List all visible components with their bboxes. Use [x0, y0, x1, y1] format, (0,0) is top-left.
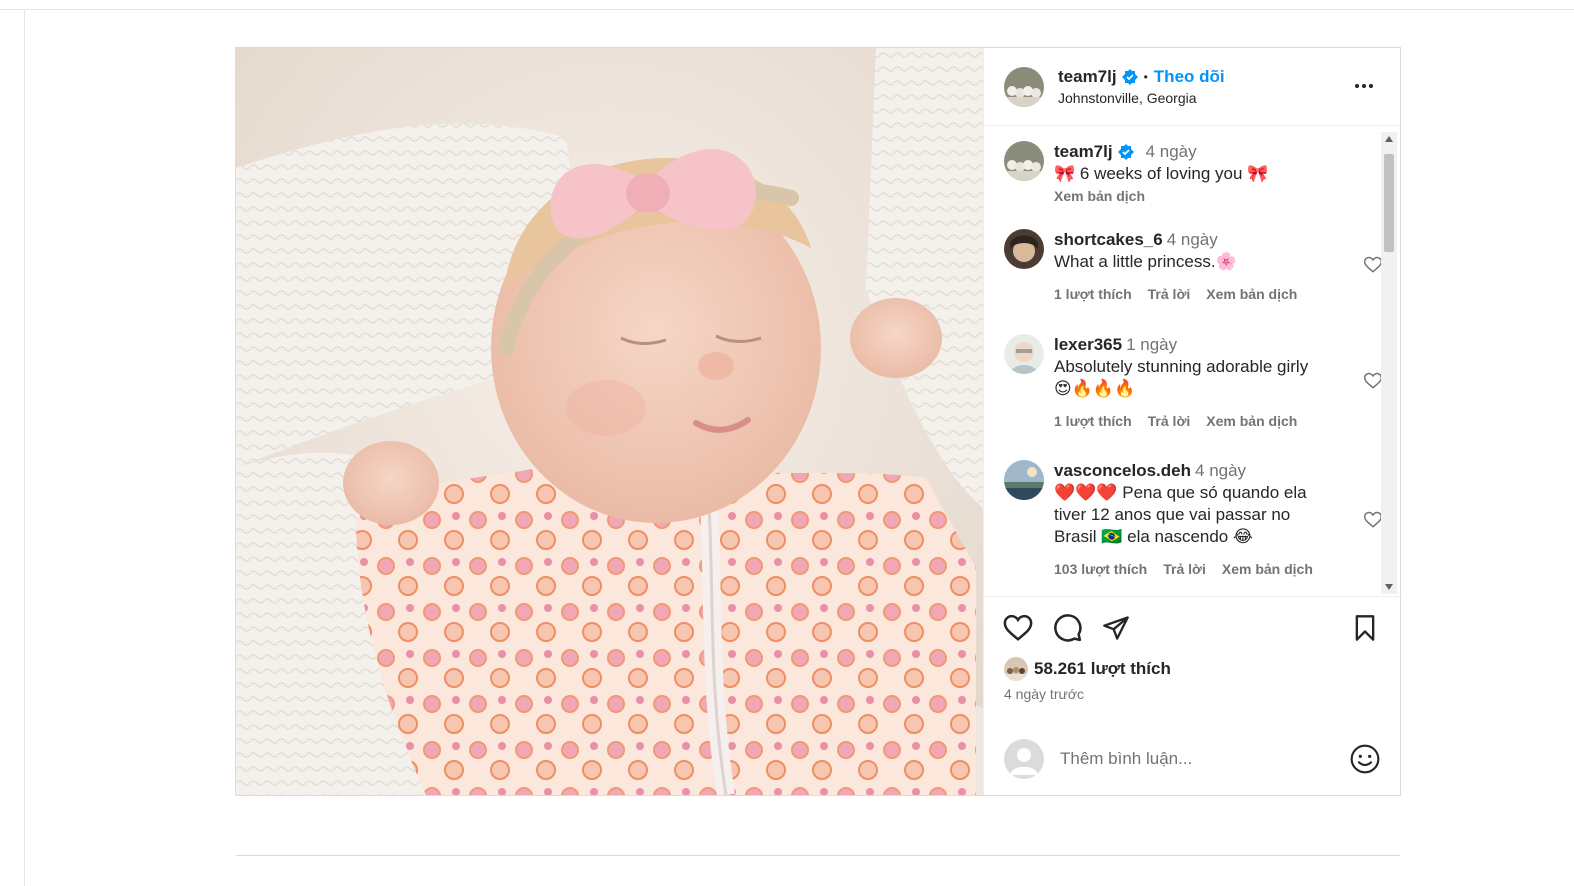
verified-badge-icon	[1121, 69, 1138, 85]
comment-icon[interactable]	[1052, 611, 1084, 645]
verified-badge-icon	[1117, 144, 1134, 160]
emoji-icon[interactable]	[1349, 743, 1381, 775]
caption: team7lj 4 ngày 🎀 6 weeks of loving you 🎀…	[1004, 141, 1344, 207]
comment-time[interactable]: 1 ngày	[1126, 335, 1177, 354]
comment-translate-link[interactable]: Xem bản dịch	[1206, 410, 1297, 432]
comment-time[interactable]: 4 ngày	[1195, 461, 1246, 480]
scrollbar-thumb[interactable]	[1384, 154, 1394, 252]
baby-photo-illustration	[236, 48, 983, 795]
add-comment-bar: Thêm bình luận...	[1004, 737, 1381, 781]
comment-username[interactable]: vasconcelos.deh	[1054, 461, 1191, 480]
caption-time[interactable]: 4 ngày	[1146, 141, 1197, 163]
post-sidebar: team7lj • Theo dõi Johnstonville, Georgi…	[983, 48, 1401, 795]
instagram-post: team7lj • Theo dõi Johnstonville, Georgi…	[235, 47, 1401, 796]
comment-username[interactable]: shortcakes_6	[1054, 230, 1163, 249]
post-timestamp[interactable]: 4 ngày trước	[1004, 686, 1084, 702]
comment-text-line: ❤️❤️❤️ Pena que só quando ela	[1054, 483, 1307, 502]
likes-summary[interactable]: 58.261 lượt thích	[1004, 657, 1171, 681]
comment-text-line: tiver 12 anos que vai passar no	[1054, 505, 1291, 524]
likes-count[interactable]: 58.261 lượt thích	[1034, 659, 1171, 679]
separator-dot: •	[1143, 70, 1148, 84]
commenter-avatar[interactable]	[1004, 229, 1044, 269]
comments-scrollbar[interactable]	[1381, 132, 1397, 594]
page-divider	[236, 855, 1400, 856]
scroll-up-icon[interactable]	[1385, 136, 1393, 142]
comment-heart-icon[interactable]	[1363, 255, 1383, 275]
add-comment-input[interactable]: Thêm bình luận...	[1060, 749, 1349, 769]
post-actions: 58.261 lượt thích 4 ngày trước Thêm bình…	[984, 596, 1401, 795]
comment-translate-link[interactable]: Xem bản dịch	[1222, 558, 1313, 580]
comments-list[interactable]: team7lj 4 ngày 🎀 6 weeks of loving you 🎀…	[984, 126, 1401, 596]
caption-avatar[interactable]	[1004, 141, 1044, 181]
caption-text: 🎀 6 weeks of loving you 🎀	[1054, 164, 1269, 183]
author-avatar[interactable]	[1004, 66, 1044, 107]
comment-text: What a little princess.🌸	[1054, 252, 1237, 271]
comment-item: vasconcelos.deh 4 ngày ❤️❤️❤️ Pena que só…	[1004, 460, 1344, 580]
comment-likes[interactable]: 1 lượt thích	[1054, 410, 1132, 432]
post-header: team7lj • Theo dõi Johnstonville, Georgi…	[984, 48, 1400, 126]
comment-text-line: Brasil 🇧🇷 ela nascendo 😂	[1054, 527, 1253, 546]
scroll-down-icon[interactable]	[1385, 584, 1393, 590]
more-options-icon[interactable]	[1352, 78, 1376, 94]
comment-item: lexer365 1 ngày Absolutely stunning adora…	[1004, 334, 1344, 432]
caption-username[interactable]: team7lj	[1054, 141, 1113, 163]
post-image[interactable]	[236, 48, 983, 795]
comment-reply-button[interactable]: Trả lời	[1148, 283, 1191, 305]
follow-button[interactable]: Theo dõi	[1154, 67, 1225, 87]
commenter-avatar[interactable]	[1004, 460, 1044, 500]
caption-translate-link[interactable]: Xem bản dịch	[1054, 185, 1268, 207]
bookmark-icon[interactable]	[1349, 611, 1381, 645]
comment-item: shortcakes_6 4 ngày What a little princes…	[1004, 229, 1344, 305]
share-icon[interactable]	[1100, 611, 1132, 645]
liker-avatar	[1004, 657, 1028, 681]
comment-heart-icon[interactable]	[1363, 510, 1383, 530]
comment-text-line: Absolutely stunning adorable girly	[1054, 357, 1309, 376]
comment-likes[interactable]: 103 lượt thích	[1054, 558, 1147, 580]
author-username[interactable]: team7lj	[1058, 67, 1117, 87]
comment-time[interactable]: 4 ngày	[1167, 230, 1218, 249]
comment-text-line: 😍🔥🔥🔥	[1054, 379, 1136, 398]
heart-icon[interactable]	[1002, 611, 1034, 645]
post-location[interactable]: Johnstonville, Georgia	[1058, 90, 1225, 106]
browser-top-border	[0, 0, 1574, 10]
comment-reply-button[interactable]: Trả lời	[1163, 558, 1206, 580]
commenter-avatar[interactable]	[1004, 334, 1044, 374]
comment-likes[interactable]: 1 lượt thích	[1054, 283, 1132, 305]
comment-reply-button[interactable]: Trả lời	[1148, 410, 1191, 432]
current-user-avatar	[1004, 739, 1044, 779]
comment-heart-icon[interactable]	[1363, 371, 1383, 391]
comment-translate-link[interactable]: Xem bản dịch	[1206, 283, 1297, 305]
comment-username[interactable]: lexer365	[1054, 335, 1122, 354]
page-left-border	[24, 10, 25, 886]
